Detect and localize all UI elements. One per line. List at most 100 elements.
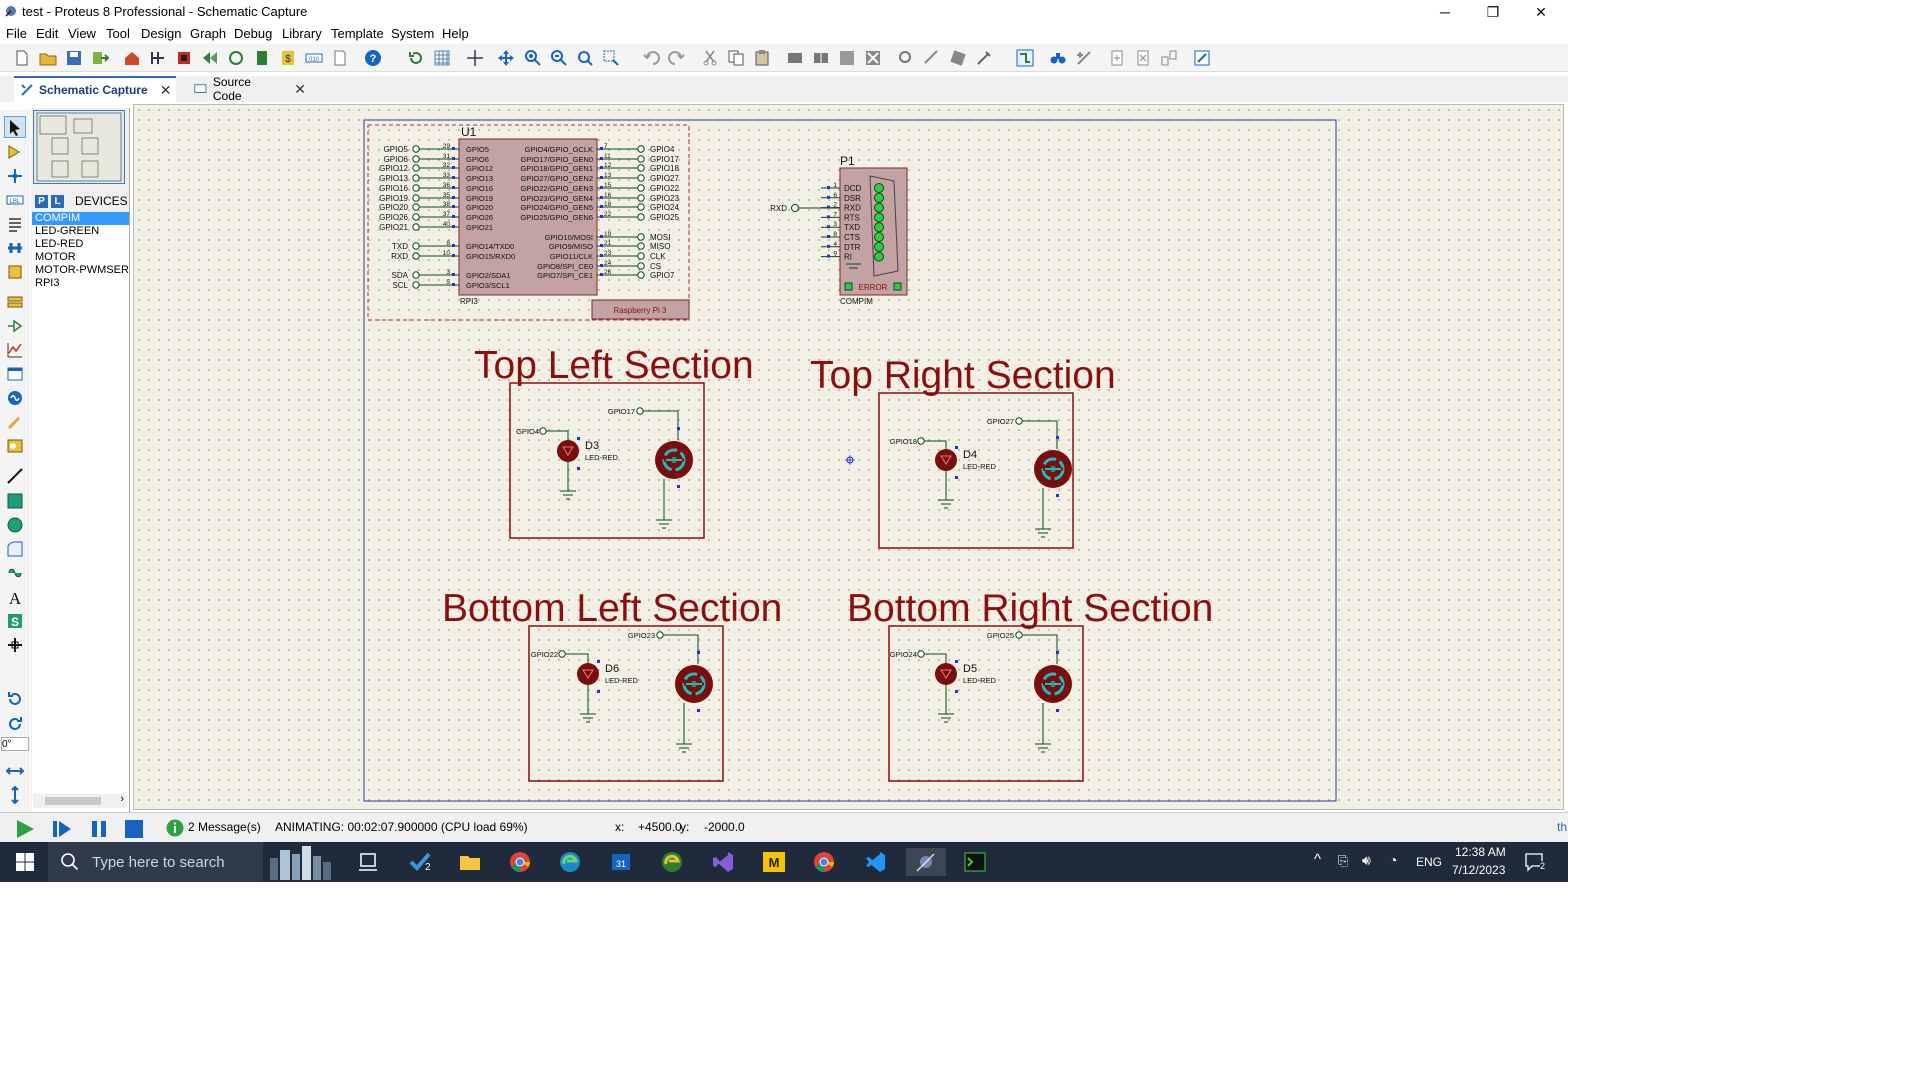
circle-draw-icon[interactable] — [4, 514, 26, 536]
subcircuit-icon[interactable] — [4, 261, 26, 283]
rotation-angle-field[interactable] — [1, 737, 29, 751]
gerber-icon[interactable] — [199, 47, 221, 69]
text-script-icon[interactable] — [4, 213, 26, 235]
overview-window[interactable] — [33, 110, 125, 184]
virtual-instruments-icon[interactable] — [4, 435, 26, 457]
pan-icon[interactable] — [495, 47, 517, 69]
tape-recorder-icon[interactable] — [4, 363, 26, 385]
section-group[interactable]: Top Right Section GPIO18 D4LED-RED GPIO27 — [810, 354, 1116, 549]
origin-icon[interactable] — [464, 47, 486, 69]
visual-studio-icon[interactable] — [708, 848, 738, 876]
import-icon[interactable] — [89, 47, 111, 69]
zoom-in-icon[interactable] — [522, 47, 544, 69]
menu-design[interactable]: Design — [141, 26, 181, 41]
redo-icon[interactable] — [666, 47, 688, 69]
menu-edit[interactable]: Edit — [36, 26, 58, 41]
zoom-all-icon[interactable] — [574, 47, 596, 69]
menu-graph[interactable]: Graph — [190, 26, 226, 41]
help-icon[interactable]: ? — [362, 47, 384, 69]
menu-file[interactable]: File — [6, 26, 27, 41]
rotate-clockwise-icon[interactable] — [4, 688, 26, 710]
wire-autorouter-icon[interactable] — [1014, 47, 1036, 69]
library-manager-button[interactable]: L — [51, 195, 64, 208]
rotate-anticlockwise-icon[interactable] — [4, 713, 26, 735]
block-copy-icon[interactable] — [784, 47, 806, 69]
grid-toggle-icon[interactable] — [431, 47, 453, 69]
pick-devices-button[interactable]: P — [35, 195, 48, 208]
play-button[interactable] — [14, 819, 36, 839]
windows-start-icon[interactable] — [10, 848, 40, 876]
property-tool-icon[interactable] — [1073, 47, 1095, 69]
device-pins-icon[interactable] — [4, 315, 26, 337]
paste-icon[interactable] — [751, 47, 773, 69]
chrome-icon[interactable] — [505, 848, 535, 876]
tab-schematic-capture[interactable]: Schematic Capture ✕ — [14, 76, 176, 102]
cut-icon[interactable] — [699, 47, 721, 69]
tab-source-code[interactable]: Source Code ✕ — [186, 75, 306, 103]
close-tab-icon[interactable]: ✕ — [160, 82, 172, 99]
search-part-icon[interactable] — [1047, 47, 1069, 69]
section-group[interactable]: Top Left Section GPIO4 D3LED-RED GPIO17 — [474, 344, 754, 539]
pcb-layout-icon[interactable] — [173, 47, 195, 69]
refresh-icon[interactable] — [405, 47, 427, 69]
device-item-motor[interactable]: MOTOR — [32, 251, 129, 264]
open-folder-icon[interactable] — [37, 47, 59, 69]
chrome-profile-icon[interactable] — [809, 848, 839, 876]
path-draw-icon[interactable] — [4, 562, 26, 584]
step-button[interactable] — [51, 819, 73, 839]
menu-help[interactable]: Help — [442, 26, 469, 41]
device-item-compim[interactable]: COMPIM — [32, 212, 129, 225]
text-draw-icon[interactable]: A — [4, 586, 26, 608]
tray-chevron-icon[interactable]: ^ — [1314, 851, 1321, 868]
design-explorer-icon[interactable] — [1191, 47, 1213, 69]
schematic-icon[interactable] — [147, 47, 169, 69]
box-draw-icon[interactable] — [4, 490, 26, 512]
document-icon[interactable] — [329, 47, 351, 69]
buses-icon[interactable] — [4, 237, 26, 259]
section-group[interactable]: Bottom Left Section GPIO22 D6LED-RED GPIO23 — [442, 587, 782, 782]
3d-viewer-icon[interactable] — [225, 47, 247, 69]
save-icon[interactable] — [63, 47, 85, 69]
block-delete-icon[interactable] — [862, 47, 884, 69]
edge-browser-icon[interactable] — [555, 848, 585, 876]
scroll-right-icon[interactable]: › — [120, 793, 124, 805]
junction-dot-icon[interactable] — [4, 165, 26, 187]
notification-center-icon[interactable]: 2 — [1524, 852, 1546, 872]
device-list-scrollbar[interactable]: › — [33, 793, 127, 808]
block-move-icon[interactable] — [810, 47, 832, 69]
new-sheet-icon[interactable] — [1106, 47, 1128, 69]
proteus-taskbar-icon[interactable] — [906, 848, 946, 876]
package-tool-icon[interactable] — [947, 47, 969, 69]
marker-draw-icon[interactable] — [4, 634, 26, 656]
vscode-icon[interactable] — [860, 848, 890, 876]
source-code-icon[interactable]: 010 — [303, 47, 325, 69]
minimize-button[interactable]: ─ — [1422, 0, 1468, 24]
tray-volume-icon[interactable]: 🔊︎ — [1362, 852, 1371, 869]
device-item-motor-pwmser[interactable]: MOTOR-PWMSER — [32, 264, 129, 277]
component-mode-icon[interactable] — [4, 141, 26, 163]
rpi3-component[interactable]: U1 RPI3 Raspberry Pi 3 GPIO5 29 GPIO5GPIO6… — [367, 124, 690, 321]
pick-device-icon[interactable] — [895, 47, 917, 69]
mikroc-icon[interactable]: M — [759, 848, 789, 876]
tray-wifi-icon[interactable]: ◔ — [1389, 852, 1397, 868]
task-view-icon[interactable] — [353, 848, 383, 876]
dollar-icon[interactable]: $ — [277, 47, 299, 69]
home-icon[interactable] — [121, 47, 143, 69]
menu-library[interactable]: Library — [282, 26, 322, 41]
block-rotate-icon[interactable] — [836, 47, 858, 69]
device-item-led-red[interactable]: LED-RED — [32, 238, 129, 251]
mirror-horizontal-icon[interactable] — [4, 760, 26, 782]
undo-icon[interactable] — [640, 47, 662, 69]
stop-button[interactable] — [123, 819, 145, 839]
symbol-draw-icon[interactable]: S — [4, 610, 26, 632]
menu-system[interactable]: System — [391, 26, 434, 41]
selection-mode-icon[interactable] — [4, 116, 26, 138]
device-item-led-green[interactable]: LED-GREEN — [32, 225, 129, 238]
section-group[interactable]: Bottom Right Section GPIO24 D5LED-RED GPIO2… — [847, 587, 1213, 782]
city-skyline-icon[interactable] — [266, 844, 334, 880]
line-draw-icon[interactable] — [4, 465, 26, 487]
tray-language[interactable]: ENG — [1416, 855, 1442, 869]
compim-component[interactable]: P1 1 DCD6 DSR2 RXD7 RTS3 TXD8 CTS4 DTR9 RI RXD E… — [770, 154, 908, 306]
close-window-button[interactable]: ✕ — [1518, 0, 1564, 24]
bom-icon[interactable] — [251, 47, 273, 69]
